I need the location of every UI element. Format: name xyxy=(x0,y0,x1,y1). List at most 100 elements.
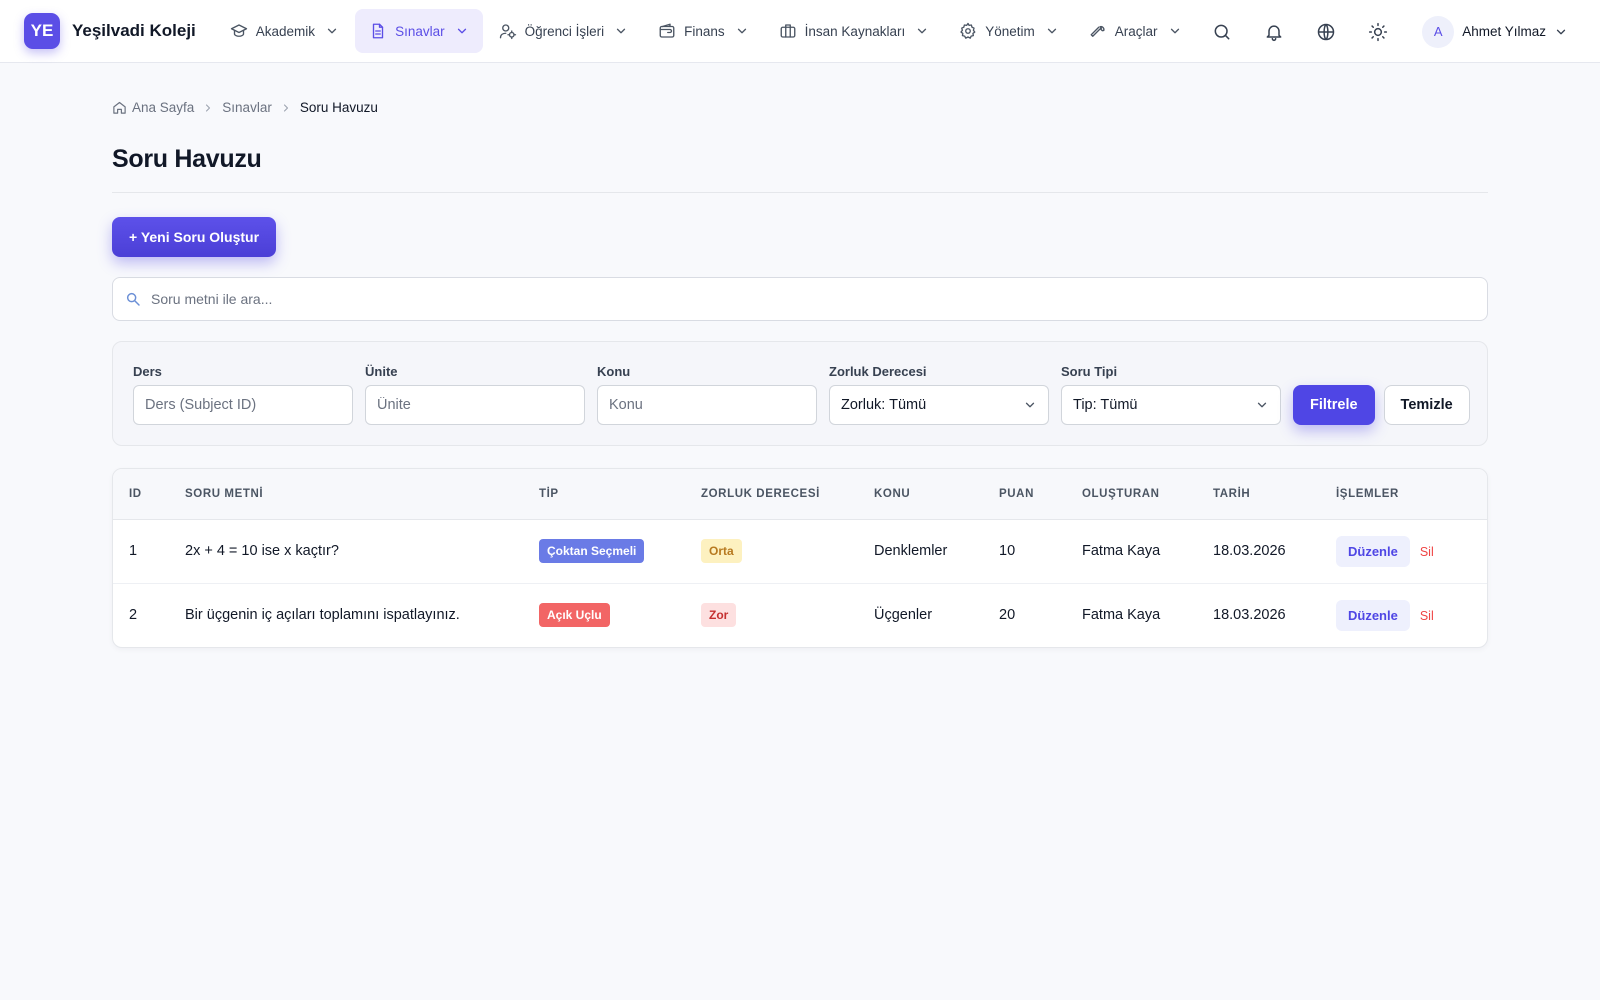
ders-input[interactable] xyxy=(145,397,341,413)
chevron-down-icon xyxy=(325,24,339,38)
language-button[interactable] xyxy=(1300,12,1352,52)
nav-item-label: Öğrenci İşleri xyxy=(524,23,605,39)
column-header[interactable]: OLUŞTURAN xyxy=(1066,469,1197,520)
nav-item-yonetim[interactable]: Yönetim xyxy=(945,9,1073,53)
column-header[interactable]: ZORLUK DERECESİ xyxy=(685,469,858,520)
gear-icon xyxy=(959,22,977,40)
table-row[interactable]: 2 Bir üçgenin iç açıları toplamını ispat… xyxy=(113,583,1487,647)
filter-konu: Konu xyxy=(597,364,817,425)
top-actions: A Ahmet Yılmaz xyxy=(1196,0,1568,63)
nav-item-label: Akademik xyxy=(255,23,316,39)
nav-item-label: Yönetim xyxy=(985,23,1035,39)
page-title: Soru Havuzu xyxy=(112,145,262,173)
cell-question-text: Bir üçgenin iç açıları toplamını ispatla… xyxy=(185,607,460,624)
brand-logo: YE xyxy=(24,13,60,49)
filter-unite: Ünite xyxy=(365,364,585,425)
search-input[interactable] xyxy=(151,291,1475,307)
search-icon xyxy=(1212,22,1232,42)
chevron-down-icon xyxy=(1045,24,1059,38)
breadcrumb: Ana Sayfa Sınavlar Soru Havuzu xyxy=(112,100,1488,115)
breadcrumb-home[interactable]: Ana Sayfa xyxy=(132,100,194,115)
filter-tip: Soru Tipi Tip: Tümü xyxy=(1061,364,1281,425)
breadcrumb-current: Soru Havuzu xyxy=(299,100,378,115)
cell-points: 10 xyxy=(999,543,1016,559)
chevron-down-icon xyxy=(455,24,469,38)
clear-button[interactable]: Temizle xyxy=(1383,385,1470,425)
main-nav: Akademik Sınavlar Öğrenci İşleri Finans … xyxy=(216,9,1198,53)
main-content: Ana Sayfa Sınavlar Soru Havuzu Soru Havu… xyxy=(112,63,1488,648)
breadcrumb-section[interactable]: Sınavlar xyxy=(222,100,272,115)
nav-item-label: Sınavlar xyxy=(395,23,445,39)
type-select[interactable]: Tip: Tümü xyxy=(1061,385,1281,425)
chevron-down-icon xyxy=(614,24,628,38)
briefcase-icon xyxy=(779,22,797,40)
brand-name: Yeşilvadi Koleji xyxy=(72,21,196,40)
konu-input[interactable] xyxy=(609,397,805,413)
unite-input[interactable] xyxy=(377,397,573,413)
cell-id: 2 xyxy=(129,607,138,624)
difficulty-select-value: Zorluk: Tümü xyxy=(841,397,927,413)
chevron-down-icon xyxy=(1554,25,1568,39)
column-header[interactable]: TARİH xyxy=(1197,469,1320,520)
brand[interactable]: YE Yeşilvadi Koleji xyxy=(24,13,196,49)
type-select-value: Tip: Tümü xyxy=(1073,397,1138,413)
filter-unite-label: Ünite xyxy=(365,364,398,379)
column-header: İŞLEMLER xyxy=(1320,469,1487,520)
column-header[interactable]: KONU xyxy=(858,469,983,520)
questions-table: ID SORU METNİ TİP ZORLUK DERECESİ KONU P… xyxy=(112,468,1488,648)
wrench-icon xyxy=(1089,22,1107,40)
edit-button[interactable]: Düzenle xyxy=(1336,535,1410,567)
cell-topic: Üçgenler xyxy=(874,607,933,624)
cell-id: 1 xyxy=(129,543,138,559)
chevron-down-icon xyxy=(1168,24,1182,38)
nav-item-label: Araçlar xyxy=(1114,23,1158,39)
search-icon xyxy=(125,291,141,307)
filter-zorluk-label: Zorluk Derecesi xyxy=(829,364,927,379)
edit-button[interactable]: Düzenle xyxy=(1336,599,1410,631)
chevron-right-icon xyxy=(280,102,292,114)
nav-item-araclar[interactable]: Araçlar xyxy=(1075,9,1196,53)
table-row[interactable]: 1 2x + 4 = 10 ise x kaçtır? Çoktan Seçme… xyxy=(113,519,1487,583)
graduation-cap-icon xyxy=(230,22,248,40)
top-navbar: YE Yeşilvadi Koleji Akademik Sınavlar Öğ… xyxy=(0,0,1600,63)
theme-toggle-button[interactable] xyxy=(1352,12,1404,52)
type-badge: Çoktan Seçmeli xyxy=(539,539,645,563)
user-name: Ahmet Yılmaz xyxy=(1462,24,1546,39)
column-header[interactable]: ID xyxy=(113,469,169,520)
filter-button[interactable]: Filtrele xyxy=(1293,385,1375,425)
delete-button[interactable]: Sil xyxy=(1420,609,1434,623)
divider xyxy=(112,192,1488,193)
delete-button[interactable]: Sil xyxy=(1420,545,1434,559)
difficulty-badge: Zor xyxy=(701,603,737,628)
chevron-down-icon xyxy=(735,24,749,38)
chevron-down-icon xyxy=(915,24,929,38)
cell-date: 18.03.2026 xyxy=(1213,607,1286,624)
nav-item-finans[interactable]: Finans xyxy=(644,9,763,53)
filter-panel: Ders Ünite Konu Zorluk Derecesi Zorluk: … xyxy=(112,341,1488,446)
avatar: A xyxy=(1422,15,1455,48)
nav-item-sinavlar[interactable]: Sınavlar xyxy=(355,9,483,53)
home-icon xyxy=(112,100,127,115)
nav-item-insan-kaynaklari[interactable]: İnsan Kaynakları xyxy=(765,9,944,53)
nav-item-label: Finans xyxy=(684,23,725,39)
cell-points: 20 xyxy=(999,607,1016,624)
filter-zorluk: Zorluk Derecesi Zorluk: Tümü xyxy=(829,364,1049,425)
chevron-down-icon xyxy=(1255,398,1269,412)
search-button[interactable] xyxy=(1196,12,1248,52)
users-icon xyxy=(499,22,517,40)
column-header[interactable]: PUAN xyxy=(983,469,1066,520)
difficulty-select[interactable]: Zorluk: Tümü xyxy=(829,385,1049,425)
cell-author: Fatma Kaya xyxy=(1082,543,1161,559)
user-menu[interactable]: A Ahmet Yılmaz xyxy=(1422,15,1568,48)
cell-date: 18.03.2026 xyxy=(1213,543,1286,559)
nav-item-ogrenci-isleri[interactable]: Öğrenci İşleri xyxy=(485,9,643,53)
chevron-down-icon xyxy=(1023,398,1037,412)
cell-author: Fatma Kaya xyxy=(1082,607,1161,624)
globe-icon xyxy=(1316,22,1336,42)
column-header[interactable]: TİP xyxy=(523,469,685,520)
nav-item-akademik[interactable]: Akademik xyxy=(216,9,353,53)
document-icon xyxy=(369,22,387,40)
column-header[interactable]: SORU METNİ xyxy=(169,469,523,520)
new-question-button[interactable]: + Yeni Soru Oluştur xyxy=(112,217,277,257)
notifications-button[interactable] xyxy=(1248,12,1300,52)
